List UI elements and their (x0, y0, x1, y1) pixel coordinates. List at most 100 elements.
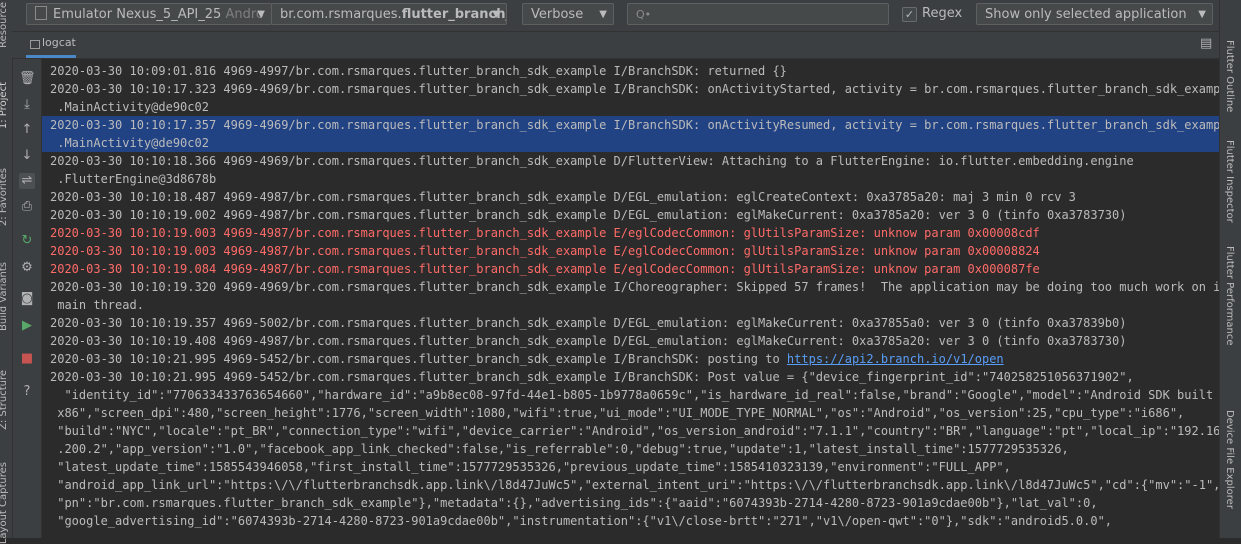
restart-icon[interactable]: ↻ (19, 233, 35, 249)
log-line[interactable]: "identity_id":"770633433763654660","hard… (50, 386, 1219, 404)
log-line-text: "android_app_link_url":"https:\/\/flutte… (50, 478, 1219, 492)
log-line[interactable]: 2020-03-30 10:09:01.816 4969-4997/br.com… (50, 62, 787, 80)
log-line[interactable]: 2020-03-30 10:10:18.487 4969-4987/br.com… (50, 188, 1076, 206)
log-line[interactable]: "pn":"br.com.rsmarques.flutter_branch_sd… (50, 494, 1098, 512)
log-line-text: "google_advertising_id":"6074393b-2714-4… (50, 514, 1113, 528)
filter-label: Show only selected application (985, 7, 1187, 22)
log-line-text: 2020-03-30 10:10:18.366 4969-4969/br.com… (50, 154, 1134, 168)
log-line-text: 2020-03-30 10:10:19.357 4969-5002/br.com… (50, 316, 1127, 330)
log-line-text: .FlutterEngine@3d8678b (50, 172, 217, 186)
process-dropdown[interactable]: br.com.rsmarques.flutter_branch_ ▼ (271, 3, 507, 25)
down-arrow-icon[interactable]: ↓ (19, 148, 35, 164)
regex-label: Regex (922, 6, 963, 21)
log-link[interactable]: https://api2.branch.io/v1/open (787, 352, 1004, 366)
log-line-text: 2020-03-30 10:10:17.357 4969-4969/br.com… (50, 118, 1219, 132)
log-line-text: 2020-03-30 10:10:19.002 4969-4987/br.com… (50, 208, 1127, 222)
scroll-to-end-icon[interactable]: ⤓ (19, 97, 35, 113)
logcat-side-toolbar: 🗑 ⤓ ↑ ↓ ⇌ ⎙ ↻ ⚙ ◙ ▶ ■ ? (13, 59, 42, 538)
log-line-text: 2020-03-30 10:10:19.003 4969-4987/br.com… (50, 226, 1040, 240)
log-line-text: 2020-03-30 10:10:21.995 4969-5452/br.com… (50, 370, 1134, 384)
log-line-text: x86","screen_dpi":480,"screen_height":17… (50, 406, 1185, 420)
layout-captures-tab[interactable]: Layout Captures (0, 462, 9, 544)
device-icon (35, 6, 47, 20)
logcat-output[interactable]: 2020-03-30 10:09:01.816 4969-4997/br.com… (42, 59, 1219, 538)
log-line[interactable]: "google_advertising_id":"6074393b-2714-4… (50, 512, 1112, 530)
log-line-text: "identity_id":"770633433763654660","hard… (50, 388, 1219, 402)
log-line-text: main thread. (50, 298, 144, 312)
clear-logcat-icon[interactable]: 🗑 (19, 71, 36, 87)
log-line[interactable]: "android_app_link_url":"https:\/\/flutte… (50, 476, 1219, 494)
log-line-text: "pn":"br.com.rsmarques.flutter_branch_sd… (50, 496, 1098, 510)
log-line[interactable]: 2020-03-30 10:10:21.995 4969-5452/br.com… (50, 368, 1134, 386)
log-line-error[interactable]: 2020-03-30 10:10:19.084 4969-4987/br.com… (50, 260, 1040, 278)
gear-icon[interactable]: ⚙ (19, 260, 35, 276)
log-line-text: "latest_update_time":1585543946058,"firs… (50, 460, 1011, 474)
soft-wrap-icon[interactable]: ⇌ (19, 173, 35, 189)
log-line[interactable]: 2020-03-30 10:10:18.366 4969-4969/br.com… (50, 152, 1134, 170)
log-line-text: .200.2","app_version":"1.0","facebook_ap… (50, 442, 1069, 456)
log-line[interactable]: 2020-03-30 10:10:19.002 4969-4987/br.com… (50, 206, 1126, 224)
process-label-bold: flutter_branch_ (401, 7, 507, 22)
print-icon[interactable]: ⎙ (19, 199, 35, 215)
log-line-text: .MainActivity@de90c02 (50, 100, 209, 114)
screen-record-icon[interactable]: ▶ (19, 318, 35, 334)
log-line[interactable]: 2020-03-30 10:10:19.408 4969-4987/br.com… (50, 332, 1126, 350)
project-tab[interactable]: 1: Project (0, 82, 9, 129)
log-line-text: 2020-03-30 10:09:01.816 4969-4997/br.com… (50, 64, 787, 78)
search-icon: Q• (636, 8, 652, 21)
structure-tab[interactable]: Z: Structure (0, 370, 9, 430)
log-line[interactable]: main thread. (50, 296, 144, 314)
process-label-prefix: br.com.rsmarques. (280, 7, 402, 22)
regex-checkbox[interactable]: ✓ (902, 7, 917, 22)
camera-icon[interactable]: ◙ (19, 291, 35, 307)
flutter-performance-tab[interactable]: Flutter Performance (1224, 246, 1235, 346)
log-line-text: 2020-03-30 10:10:21.995 4969-5452/br.com… (50, 352, 787, 366)
help-icon[interactable]: ? (19, 384, 35, 400)
flutter-inspector-tab[interactable]: Flutter Inspector (1224, 140, 1235, 223)
log-level-dropdown[interactable]: Verbose ▼ (522, 3, 614, 25)
log-line-selected[interactable]: .MainActivity@de90c02 (42, 134, 1219, 152)
log-line-text: 2020-03-30 10:10:19.408 4969-4987/br.com… (50, 334, 1127, 348)
log-line[interactable]: .200.2","app_version":"1.0","facebook_ap… (50, 440, 1069, 458)
log-line-error[interactable]: 2020-03-30 10:10:19.003 4969-4987/br.com… (50, 242, 1040, 260)
log-line[interactable]: 2020-03-30 10:10:21.995 4969-5452/br.com… (50, 350, 1004, 368)
log-line-text: 2020-03-30 10:10:19.084 4969-4987/br.com… (50, 262, 1040, 276)
resource-manager-tab[interactable]: Resource (0, 2, 9, 48)
flutter-outline-tab[interactable]: Flutter Outline (1224, 40, 1235, 112)
log-line[interactable]: .FlutterEngine@3d8678b (50, 170, 216, 188)
log-line[interactable]: 2020-03-30 10:10:17.323 4969-4969/br.com… (50, 80, 1219, 98)
log-line[interactable]: .MainActivity@de90c02 (50, 98, 209, 116)
log-line-text: 2020-03-30 10:10:18.487 4969-4987/br.com… (50, 190, 1076, 204)
logcat-tab-icon (30, 40, 40, 49)
log-line-text: 2020-03-30 10:10:17.323 4969-4969/br.com… (50, 82, 1219, 96)
log-line[interactable]: 2020-03-30 10:10:19.320 4969-4969/br.com… (50, 278, 1219, 296)
log-line-text: 2020-03-30 10:10:19.320 4969-4969/br.com… (50, 280, 1219, 294)
device-file-explorer-tab[interactable]: Device File Explorer (1224, 410, 1235, 509)
filter-dropdown[interactable]: Show only selected application ▼ (976, 3, 1213, 25)
right-tool-window-strip: Flutter Outline Flutter Inspector Flutte… (1219, 0, 1241, 538)
left-tool-window-strip: Resource 1: Project 2: Favorites Build V… (0, 0, 13, 544)
log-level-label: Verbose (531, 7, 584, 22)
log-line[interactable]: "latest_update_time":1585543946058,"firs… (50, 458, 1011, 476)
chevron-down-icon: ▼ (1198, 9, 1206, 20)
log-line-text: "build":"NYC","locale":"pt_BR","connecti… (50, 424, 1219, 438)
settings-gear-icon[interactable]: ▤ (1200, 36, 1212, 51)
device-dropdown[interactable]: Emulator Nexus_5_API_25 Andro ▼ (26, 3, 272, 25)
log-line-text: .MainActivity@de90c02 (50, 136, 209, 150)
log-line[interactable]: "build":"NYC","locale":"pt_BR","connecti… (50, 422, 1219, 440)
stop-icon[interactable]: ■ (19, 351, 35, 367)
logcat-tab-row: logcat ▤ (12, 32, 1219, 59)
search-input[interactable]: Q• (627, 3, 889, 25)
build-variants-tab[interactable]: Build Variants (0, 262, 9, 331)
log-line[interactable]: x86","screen_dpi":480,"screen_height":17… (50, 404, 1184, 422)
tab-logcat-label: logcat (42, 36, 76, 49)
log-line-selected[interactable]: 2020-03-30 10:10:17.357 4969-4969/br.com… (42, 116, 1219, 134)
log-line[interactable]: 2020-03-30 10:10:19.357 4969-5002/br.com… (50, 314, 1126, 332)
log-line-error[interactable]: 2020-03-30 10:10:19.003 4969-4987/br.com… (50, 224, 1040, 242)
chevron-down-icon: ▼ (257, 9, 265, 20)
tab-logcat[interactable]: logcat (26, 32, 76, 58)
device-label: Emulator Nexus_5_API_25 (53, 7, 222, 22)
favorites-tab[interactable]: 2: Favorites (0, 168, 9, 226)
logcat-toolbar: Emulator Nexus_5_API_25 Andro ▼ br.com.r… (12, 0, 1219, 32)
up-arrow-icon[interactable]: ↑ (19, 122, 35, 138)
